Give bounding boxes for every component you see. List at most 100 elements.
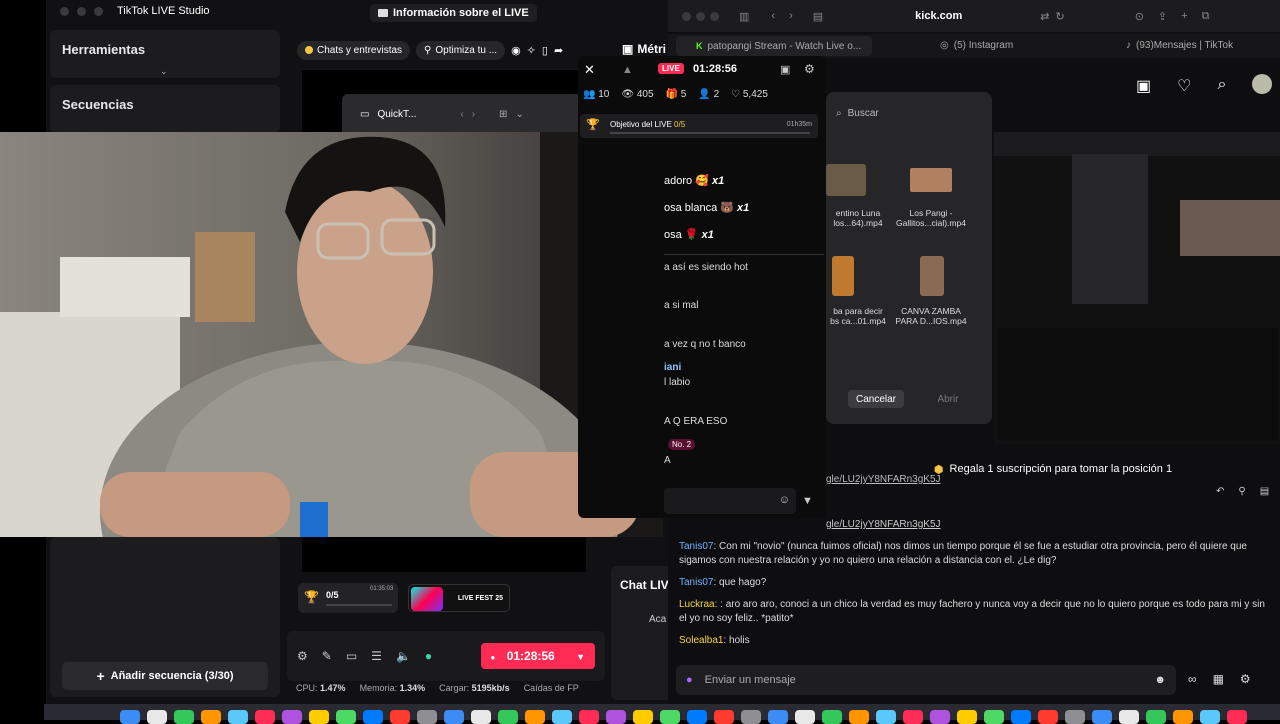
tab-overview-icon[interactable]: ⧉ (1202, 10, 1210, 23)
expand-chevron-icon[interactable]: ⌄ (160, 66, 168, 77)
browser-zoom-light[interactable] (710, 11, 719, 21)
tab-kick[interactable]: K patopangi Stream - Watch Live o... (676, 36, 872, 56)
dock-app-icon[interactable] (282, 710, 302, 724)
dock-app-icon[interactable] (1146, 710, 1166, 724)
trash-icon[interactable]: ▤ (1260, 486, 1269, 497)
dock-app-icon[interactable] (579, 710, 599, 724)
tab-optimize[interactable]: ⚲ Optimiza tu ... (416, 40, 506, 60)
dock-app-icon[interactable] (1011, 710, 1031, 724)
dock-app-icon[interactable] (444, 710, 464, 724)
connections-icon[interactable]: ∞ (1188, 672, 1197, 686)
dock-app-icon[interactable] (741, 710, 761, 724)
file-thumb-3[interactable] (832, 256, 854, 296)
settings-icon[interactable]: ⚙ (297, 649, 308, 663)
end-live-button[interactable]: ● 01:28:56 ▼ (480, 643, 595, 669)
dock-app-icon[interactable] (120, 710, 140, 724)
sidebar-toggle-icon[interactable]: ▥ (739, 10, 749, 23)
dock-app-icon[interactable] (984, 710, 1004, 724)
overlay-chat-input[interactable]: ☺ (664, 488, 796, 514)
dock-app-icon[interactable] (552, 710, 572, 724)
dock-app-icon[interactable] (174, 710, 194, 724)
screen-icon[interactable]: ▭ (346, 649, 357, 663)
dock-app-icon[interactable] (498, 710, 518, 724)
file-search[interactable]: ⌕ Buscar (836, 108, 879, 119)
dock-app-icon[interactable] (957, 710, 977, 724)
dock-app-icon[interactable] (1173, 710, 1193, 724)
forward-icon[interactable]: › (472, 109, 475, 120)
forward-icon[interactable]: › (789, 10, 793, 22)
dock-app-icon[interactable] (606, 710, 626, 724)
dock-app-icon[interactable] (417, 710, 437, 724)
filter-icon[interactable]: ▼ (802, 495, 813, 507)
dock-app-icon[interactable] (1065, 710, 1085, 724)
browser-close-light[interactable] (682, 11, 691, 21)
dock-app-icon[interactable] (228, 710, 248, 724)
dock-app-icon[interactable] (255, 710, 275, 724)
dock-app-icon[interactable] (525, 710, 545, 724)
chat-username[interactable]: Tanis07 (679, 541, 713, 552)
chat-username[interactable]: Tanis07 (679, 577, 713, 588)
dock-app-icon[interactable] (822, 710, 842, 724)
emoji-icon[interactable]: ☺ (779, 494, 790, 506)
chat-username[interactable]: Luckraa: (679, 599, 717, 610)
dock-app-icon[interactable] (633, 710, 653, 724)
grid-view-icon[interactable]: ⊞ (499, 109, 507, 120)
dock-app-icon[interactable] (930, 710, 950, 724)
tab-chats[interactable]: Chats y entrevistas (297, 40, 411, 60)
dock-app-icon[interactable] (768, 710, 788, 724)
dock-app-icon[interactable] (309, 710, 329, 724)
view-dropdown-icon[interactable]: ⌄ (515, 109, 523, 120)
dock-app-icon[interactable] (1119, 710, 1139, 724)
record-icon[interactable]: ◉ (511, 44, 521, 57)
dock-app-icon[interactable] (876, 710, 896, 724)
chat-username[interactable]: Solealba1 (679, 635, 723, 646)
pen-icon[interactable]: ✎ (322, 649, 332, 663)
avatar[interactable] (1252, 74, 1273, 94)
share-icon[interactable]: ⇪ (1158, 10, 1167, 23)
cancel-button[interactable]: Cancelar (848, 390, 904, 408)
file-thumb-4[interactable] (920, 256, 944, 296)
chat-input[interactable]: ● Enviar un mensaje ☻ (676, 665, 1176, 695)
pin-icon[interactable]: ⚲ (1238, 486, 1245, 497)
store-icon[interactable]: ▣ (1136, 76, 1151, 96)
back-icon[interactable]: ‹ (460, 109, 463, 120)
minimize-traffic-light[interactable] (77, 6, 86, 16)
dock-app-icon[interactable] (390, 710, 410, 724)
dock-app-icon[interactable] (660, 710, 680, 724)
heart-icon[interactable]: ♡ (1177, 76, 1191, 96)
sparkle-icon[interactable]: ✧ (527, 44, 536, 57)
lock-icon[interactable]: ▣ (780, 63, 790, 76)
dock-app-icon[interactable] (849, 710, 869, 724)
zoom-traffic-light[interactable] (94, 6, 103, 16)
close-traffic-light[interactable] (60, 6, 69, 16)
phone-icon[interactable]: ▯ (542, 44, 548, 57)
caret-down-icon[interactable]: ▼ (576, 652, 585, 662)
chat-link-top[interactable]: gle/LU2jyY8NFARn3gK5J (826, 474, 941, 485)
live-info-button[interactable]: Información sobre el LIVE (370, 4, 537, 22)
url-field[interactable]: kick.com (915, 10, 962, 22)
search-icon[interactable]: ⌕ (1217, 76, 1226, 96)
settings-icon[interactable]: ⚙ (1240, 672, 1251, 686)
settings-icon[interactable]: ⚙ (804, 62, 815, 76)
new-tab-icon[interactable]: + (1181, 10, 1187, 22)
dock-app-icon[interactable] (903, 710, 923, 724)
dock-app-icon[interactable] (1038, 710, 1058, 724)
dock-app-icon[interactable] (336, 710, 356, 724)
volume-icon[interactable]: 🔈 (396, 649, 411, 663)
gift-icon[interactable]: ▦ (1213, 672, 1224, 686)
tab-tiktok[interactable]: ♪ (93)Mensajes | TikTok (1126, 40, 1233, 51)
sliders-icon[interactable]: ☰ (371, 649, 382, 663)
goal-widget[interactable]: 🏆 0/5 01:35:03 (298, 583, 398, 613)
undo-icon[interactable]: ↶ (1216, 486, 1224, 497)
emoji-icon[interactable]: ☻ (1154, 674, 1166, 686)
dock-app-icon[interactable] (363, 710, 383, 724)
dock-app-icon[interactable] (201, 710, 221, 724)
dock-app-icon[interactable] (795, 710, 815, 724)
dock-app-icon[interactable] (714, 710, 734, 724)
dock-app-icon[interactable] (147, 710, 167, 724)
mic-icon[interactable]: ● (686, 674, 693, 686)
close-icon[interactable]: ✕ (584, 62, 595, 78)
dock-app-icon[interactable] (687, 710, 707, 724)
file-thumb-2[interactable] (910, 168, 952, 192)
translate-icon[interactable]: ⇄ (1040, 10, 1049, 23)
